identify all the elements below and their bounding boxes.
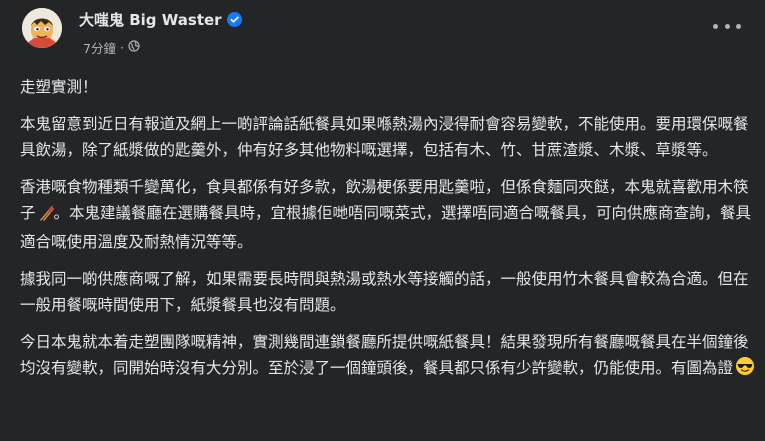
- author-name[interactable]: 大嗤鬼 Big Waster: [79, 9, 222, 30]
- paragraph-text: 今日本鬼就本着走塑團隊嘅精神，實測幾間連鎖餐廳所提供嘅紙餐具！結果發現所有餐廳嘅…: [20, 333, 749, 377]
- post-author[interactable]: 大嗤鬼 Big Waster: [79, 9, 242, 30]
- paragraph-text: 。本鬼建議餐廳在選購餐具時，宜根據佢哋唔同嘅菜式，選擇唔同適合嘅餐具，可向供應商…: [20, 204, 752, 251]
- post-paragraph: 據我同一啲供應商嘅了解，如果需要長時間與熱湯或熱水等接觸的話，一般使用竹木餐具會…: [20, 270, 749, 314]
- more-dot: [724, 23, 730, 29]
- globe-icon[interactable]: [128, 40, 140, 55]
- verified-badge-icon: [226, 12, 242, 27]
- facebook-post: 大嗤鬼 Big Waster 7分鐘 · 走塑實測！ 本鬼留意到近日有報道及網上…: [0, 0, 765, 441]
- more-options-icon[interactable]: [713, 16, 741, 36]
- cartoon-avatar: [22, 8, 62, 48]
- avatar[interactable]: [22, 8, 62, 48]
- more-dot: [736, 23, 741, 29]
- post-timestamp[interactable]: 7分鐘: [83, 38, 116, 57]
- chopsticks-emoji: [38, 203, 54, 229]
- post-paragraph: 香港嘅食物種類千變萬化，食具都係有好多款，飲湯梗係要用匙羹啦，但係食麵同夾餸，本…: [20, 174, 755, 255]
- post-meta: 7分鐘 ·: [83, 38, 140, 57]
- more-dot: [713, 23, 718, 29]
- sunglasses-emoji: [735, 356, 755, 384]
- post-body: 走塑實測！ 本鬼留意到近日有報道及網上一啲評論話紙餐具如果喺熱湯內浸得耐會容易變…: [20, 74, 755, 395]
- post-paragraph: 今日本鬼就本着走塑團隊嘅精神，實測幾間連鎖餐廳所提供嘅紙餐具！結果發現所有餐廳嘅…: [20, 329, 755, 384]
- post-paragraph-heading: 走塑實測！: [20, 78, 98, 96]
- meta-separator: ·: [119, 40, 124, 55]
- post-paragraph: 本鬼留意到近日有報道及網上一啲評論話紙餐具如果喺熱湯內浸得耐會容易變軟，不能使用…: [20, 115, 749, 159]
